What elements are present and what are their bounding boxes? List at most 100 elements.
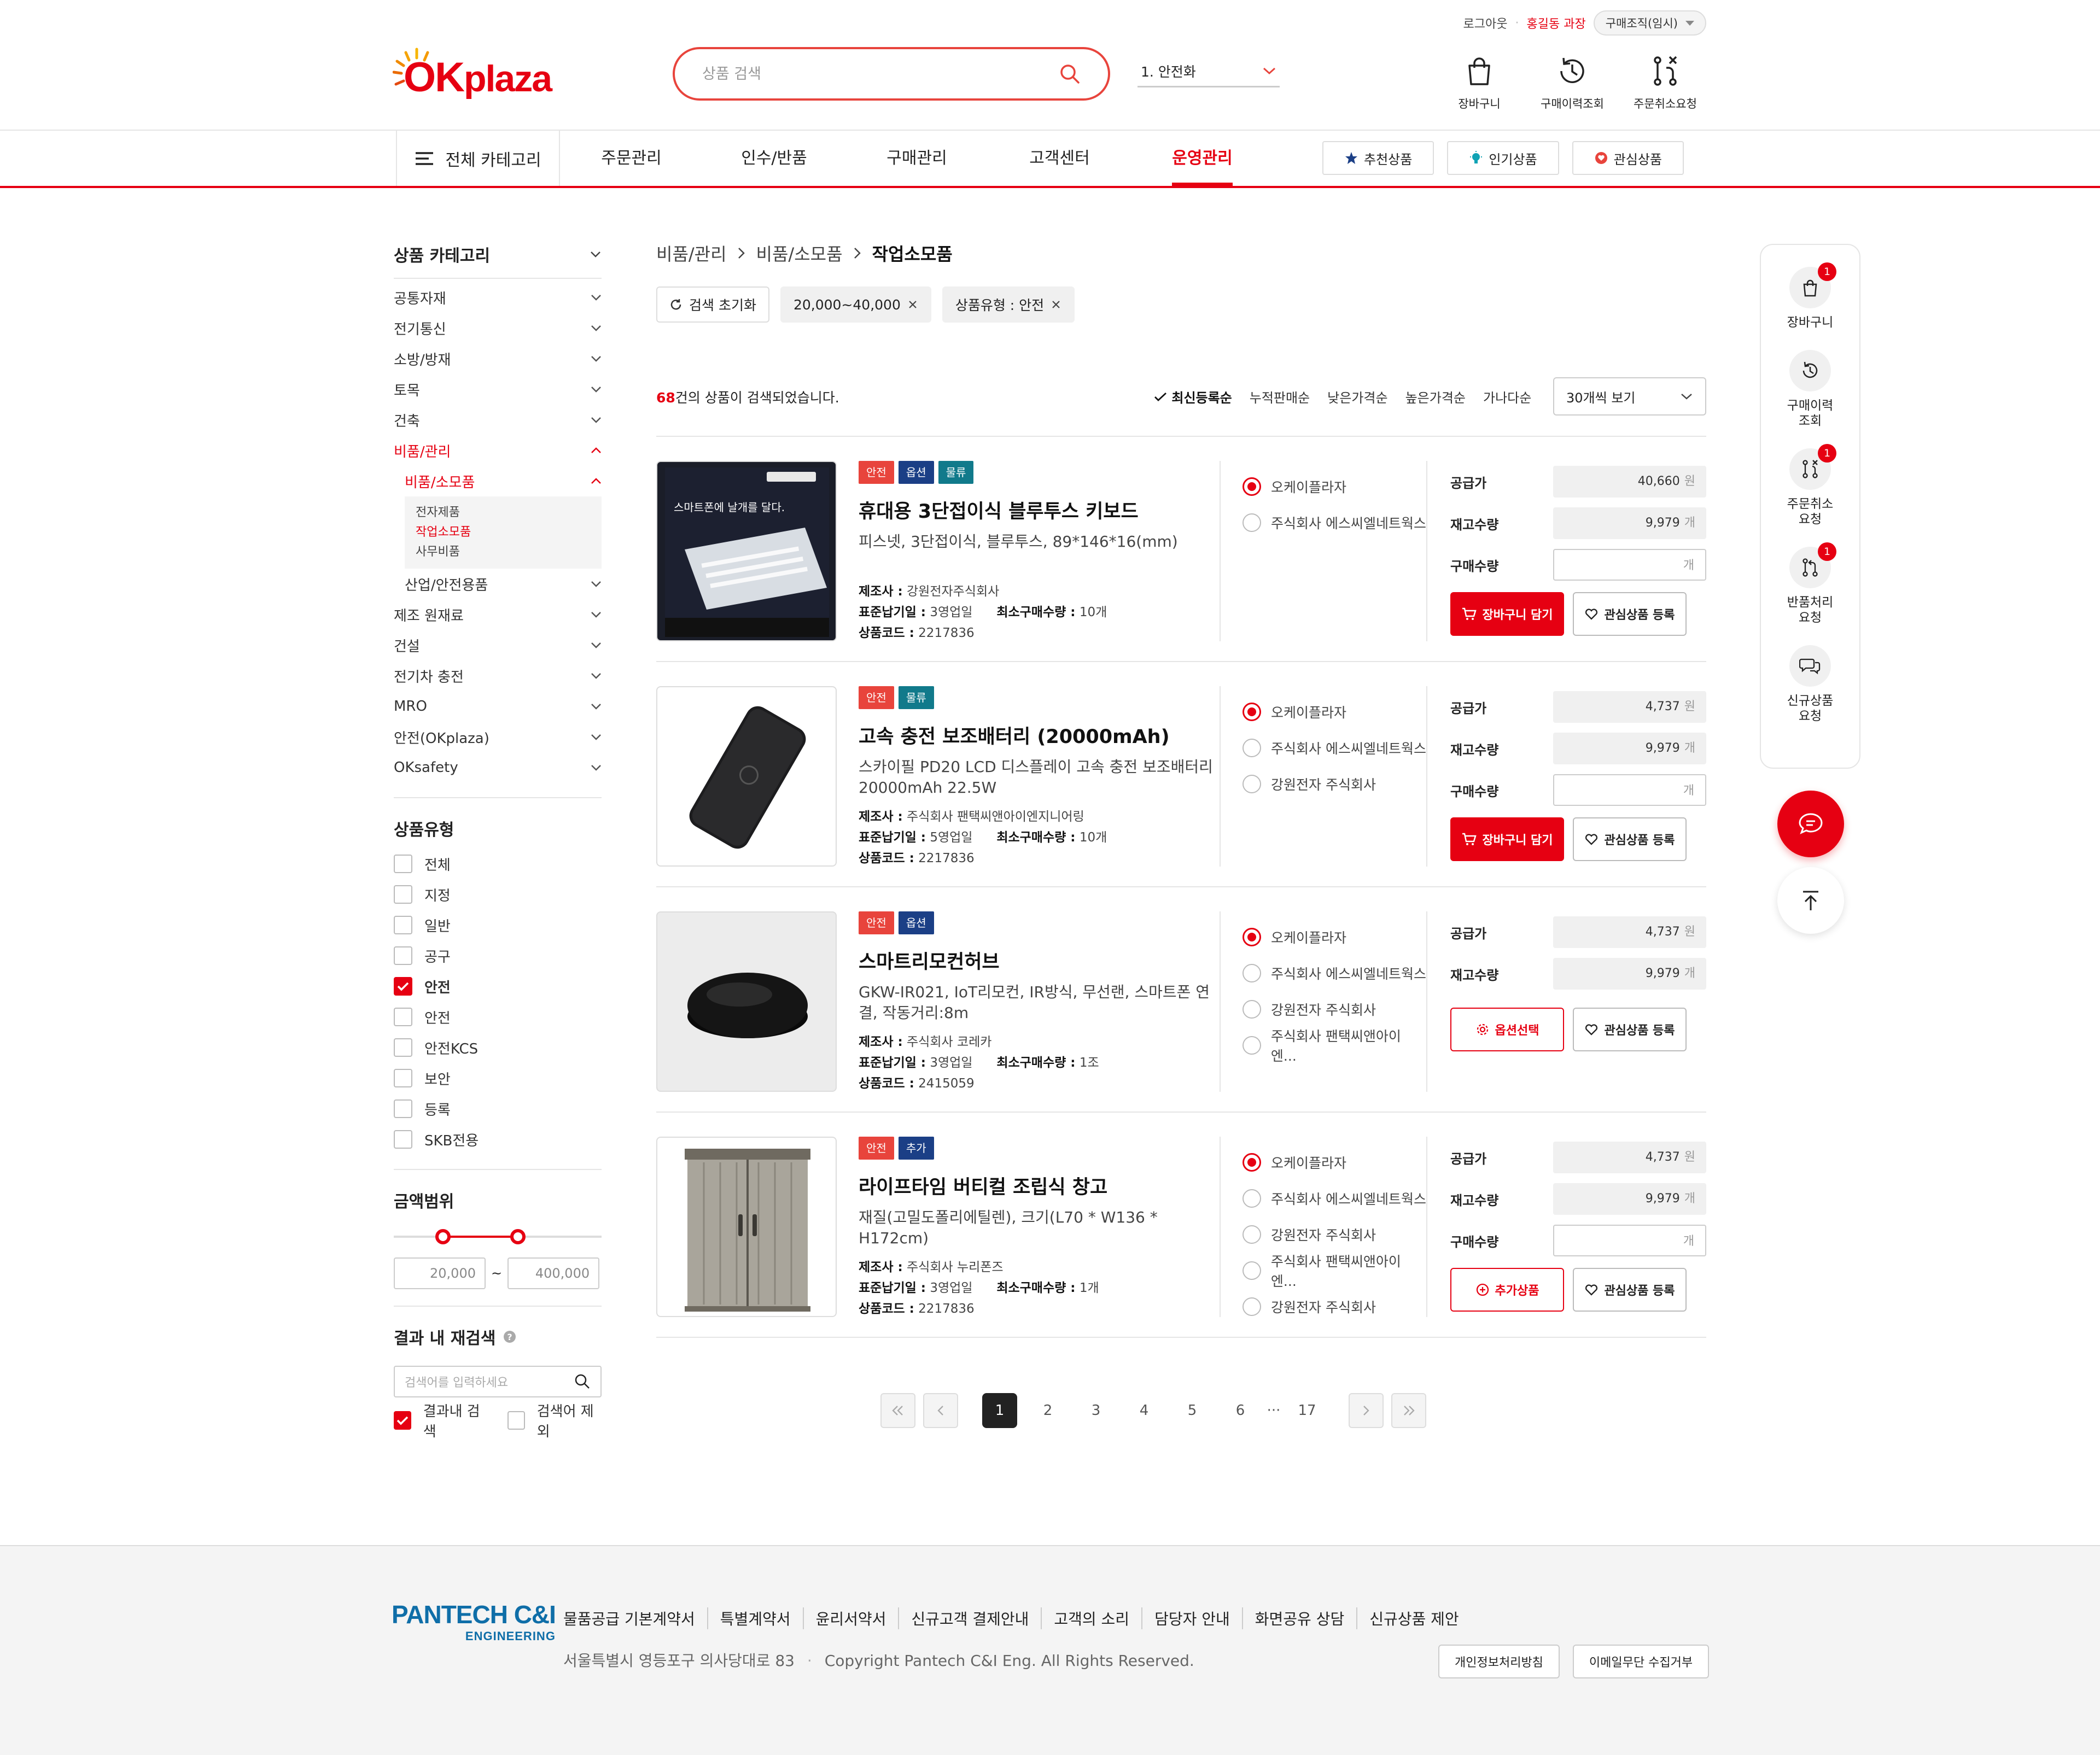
radio[interactable] <box>1242 739 1261 757</box>
sort-low-price[interactable]: 낮은가격순 <box>1327 387 1387 406</box>
radio[interactable] <box>1242 513 1261 532</box>
close-icon[interactable] <box>907 299 918 310</box>
vendor-radio[interactable]: 주식회사 팬택씨앤아이엔... <box>1242 1253 1426 1289</box>
email-refusal-button[interactable]: 이메일무단 수집거부 <box>1572 1645 1710 1678</box>
sidebar-cat-fire[interactable]: 소방/방재 <box>394 343 602 374</box>
breadcrumb-item[interactable]: 비품/소모품 <box>756 241 843 266</box>
vendor-radio[interactable]: 강원전자 주식회사 <box>1242 766 1426 802</box>
radio[interactable] <box>1242 1261 1261 1280</box>
help-icon[interactable]: ? <box>503 1330 517 1344</box>
price-max-input[interactable]: 400,000 <box>508 1257 600 1289</box>
page-2[interactable]: 2 <box>1030 1393 1065 1428</box>
all-category-button[interactable]: 전체 카테고리 <box>396 131 560 186</box>
checkbox[interactable] <box>394 855 412 873</box>
next-page-button[interactable] <box>1349 1393 1384 1428</box>
price-range-slider[interactable] <box>394 1225 602 1249</box>
radio[interactable] <box>1242 1225 1261 1244</box>
radio-selected[interactable] <box>1242 928 1261 946</box>
research-exclude-checkbox[interactable]: 검색어 제외 <box>508 1403 602 1440</box>
user-name[interactable]: 홍길동 과장 <box>1526 14 1585 32</box>
radio-selected[interactable] <box>1242 703 1261 721</box>
product-image[interactable] <box>656 911 837 1092</box>
sidebar-cat-mro[interactable]: MRO <box>394 691 602 722</box>
radio[interactable] <box>1242 1297 1261 1316</box>
type-checkbox[interactable]: 전체 <box>394 849 602 879</box>
sidebar-subcat-industrial[interactable]: 산업/안전용품 <box>394 569 602 599</box>
header-history[interactable]: 구매이력조회 <box>1526 55 1619 112</box>
quick-return[interactable]: 1 반품처리 요청 <box>1761 542 1859 625</box>
quick-cart[interactable]: 1 장바구니 <box>1761 262 1859 330</box>
footer-link[interactable]: 화면공유 상담 <box>1243 1607 1358 1629</box>
gnb-operation[interactable]: 운영관리 <box>1131 131 1274 186</box>
page-last[interactable]: 17 <box>1290 1393 1325 1428</box>
gnb-customer-center[interactable]: 고객센터 <box>988 131 1131 186</box>
wishlist-add-button[interactable]: 관심상품 등록 <box>1573 1008 1687 1051</box>
checkbox[interactable] <box>508 1411 525 1430</box>
sort-sales[interactable]: 누적판매순 <box>1250 387 1310 406</box>
footer-link[interactable]: 신규상품 제안 <box>1357 1607 1471 1629</box>
checkbox[interactable] <box>394 1099 412 1118</box>
sidebar-cat-raw[interactable]: 제조 원재료 <box>394 599 602 630</box>
vendor-radio[interactable]: 주식회사 팬택씨앤아이엔... <box>1242 1027 1426 1064</box>
search-icon[interactable] <box>1059 63 1081 85</box>
search-icon[interactable] <box>574 1373 591 1390</box>
page-6[interactable]: 6 <box>1223 1393 1258 1428</box>
type-checkbox[interactable]: 보안 <box>394 1063 602 1093</box>
type-checkbox[interactable]: 등록 <box>394 1093 602 1124</box>
sort-high-price[interactable]: 높은가격순 <box>1405 387 1466 406</box>
product-name[interactable]: 고속 충전 보조배터리 (20000mAh) <box>859 721 1214 749</box>
option-select-button[interactable]: 옵션선택 <box>1450 1008 1564 1051</box>
vendor-radio[interactable]: 강원전자 주식회사 <box>1242 1289 1426 1325</box>
wishlist-add-button[interactable]: 관심상품 등록 <box>1573 592 1687 636</box>
reset-search-button[interactable]: 검색 초기화 <box>656 286 769 323</box>
wishlist-button[interactable]: 관심상품 <box>1572 141 1684 175</box>
checkbox[interactable] <box>394 1008 412 1026</box>
subcat-item-electronics[interactable]: 전자제품 <box>416 503 591 523</box>
type-checkbox[interactable]: 일반 <box>394 910 602 940</box>
vendor-radio[interactable]: 강원전자 주식회사 <box>1242 991 1426 1027</box>
radio[interactable] <box>1242 1036 1261 1055</box>
product-image[interactable]: 스마트폰에 날개를 달다. <box>656 461 837 641</box>
vendor-radio[interactable]: 주식회사 에스씨엘네트웍스 <box>1242 730 1426 766</box>
vendor-radio[interactable]: 오케이플라자 <box>1242 694 1426 730</box>
price-min-input[interactable]: 20,000 <box>394 1257 486 1289</box>
sidebar-subcat-consumables[interactable]: 비품/소모품 <box>394 466 602 496</box>
type-checkbox[interactable]: 안전 <box>394 971 602 1002</box>
sidebar-cat-building[interactable]: 건축 <box>394 405 602 435</box>
filter-chip-type[interactable]: 상품유형 : 안전 <box>942 286 1075 323</box>
page-5[interactable]: 5 <box>1175 1393 1210 1428</box>
recommend-button[interactable]: 추천상품 <box>1322 141 1434 175</box>
subcat-item-office[interactable]: 사무비품 <box>416 542 591 562</box>
vendor-radio[interactable]: 주식회사 에스씨엘네트웍스 <box>1242 955 1426 991</box>
sidebar-cat-construction[interactable]: 건설 <box>394 630 602 660</box>
footer-link[interactable]: 특별계약서 <box>708 1607 804 1629</box>
radio[interactable] <box>1242 1189 1261 1208</box>
research-within-checkbox[interactable]: 결과내 검색 <box>394 1403 488 1440</box>
sort-latest[interactable]: 최신등록순 <box>1154 387 1232 406</box>
qty-input[interactable]: 개 <box>1553 549 1706 581</box>
subcat-item-work[interactable]: 작업소모품 <box>416 523 591 542</box>
vendor-radio[interactable]: 오케이플라자 <box>1242 469 1426 505</box>
range-min-handle[interactable] <box>435 1229 451 1244</box>
radio[interactable] <box>1242 1000 1261 1019</box>
search-input[interactable] <box>702 65 1059 83</box>
vendor-radio[interactable]: 주식회사 에스씨엘네트웍스 <box>1242 505 1426 541</box>
scroll-top-button[interactable] <box>1777 867 1844 934</box>
vendor-radio[interactable]: 오케이플라자 <box>1242 919 1426 955</box>
sidebar-cat-telecom[interactable]: 전기통신 <box>394 313 602 343</box>
per-page-select[interactable]: 30개씩 보기 <box>1553 377 1706 416</box>
sidebar-cat-ev[interactable]: 전기차 충전 <box>394 660 602 691</box>
chat-button[interactable] <box>1777 791 1844 857</box>
logout-link[interactable]: 로그아웃 <box>1463 14 1508 32</box>
wishlist-add-button[interactable]: 관심상품 등록 <box>1573 1268 1687 1312</box>
gnb-purchase[interactable]: 구매관리 <box>845 131 988 186</box>
add-to-cart-button[interactable]: 장바구니 담기 <box>1450 592 1564 636</box>
type-checkbox[interactable]: 안전 <box>394 1002 602 1032</box>
org-select[interactable]: 구매조직(임시) <box>1593 10 1706 36</box>
research-input[interactable]: 검색어를 입력하세요 <box>394 1366 602 1397</box>
add-product-button[interactable]: 추가상품 <box>1450 1268 1564 1312</box>
radio-selected[interactable] <box>1242 477 1261 496</box>
sort-alpha[interactable]: 가나다순 <box>1483 387 1531 406</box>
footer-link[interactable]: 윤리서약서 <box>804 1607 900 1629</box>
checkbox[interactable] <box>394 946 412 965</box>
